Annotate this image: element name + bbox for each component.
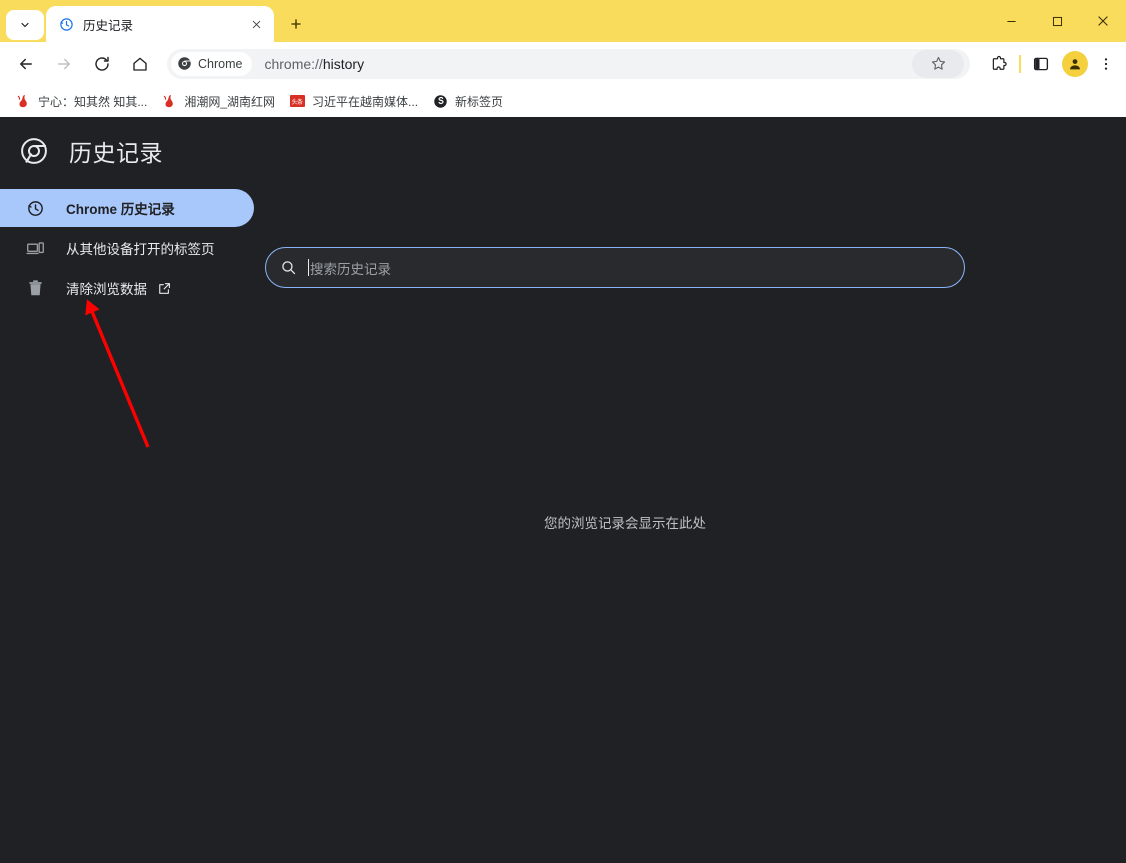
- tab-title: 历史记录: [83, 18, 134, 33]
- chrome-origin-chip[interactable]: Chrome: [171, 51, 253, 76]
- bookmark-label: 新标签页: [455, 94, 504, 109]
- text-cursor: [308, 259, 309, 276]
- empty-state-text: 您的浏览记录会显示在此处: [544, 516, 706, 531]
- minimize-icon: [1006, 20, 1016, 22]
- history-page: 历史记录 搜索历史记录 Chrome 历史记录 从其他设备打开的标签页 清除浏览…: [0, 117, 1126, 863]
- chrome-logo-icon: [20, 137, 48, 165]
- bookmark-item[interactable]: 头条 习近平在越南媒体...: [282, 89, 425, 113]
- close-button[interactable]: [1080, 0, 1126, 42]
- tab-strip: 历史记录: [0, 0, 1126, 42]
- chevron-down-icon: [21, 22, 29, 28]
- bookmark-item[interactable]: 新标签页: [425, 89, 510, 113]
- sidebar-item-chrome-history[interactable]: Chrome 历史记录: [0, 189, 254, 227]
- browser-window: 历史记录 Chrome chrome://history 宁心：知其然 知其..…: [0, 0, 1126, 863]
- three-dots-vertical-icon: [1104, 57, 1108, 70]
- arrow-right-icon: [58, 58, 70, 69]
- minimize-button[interactable]: [988, 0, 1034, 42]
- search-input[interactable]: 搜索历史记录: [265, 247, 965, 288]
- back-button[interactable]: [11, 49, 41, 79]
- search-icon: [280, 259, 297, 276]
- maximize-icon: [1052, 16, 1062, 26]
- devices-icon: [24, 239, 46, 258]
- chrome-menu-button[interactable]: [1092, 50, 1120, 78]
- profile-avatar-button[interactable]: [1062, 50, 1088, 77]
- star-icon: [931, 56, 945, 70]
- side-panel-icon: [1033, 57, 1049, 70]
- home-button[interactable]: [125, 49, 155, 79]
- url-prefix: chrome://: [264, 55, 323, 72]
- empty-state-message: 您的浏览记录会显示在此处: [0, 512, 1126, 532]
- page-title: 历史记录: [69, 140, 163, 166]
- new-tab-button[interactable]: [282, 10, 310, 38]
- side-panel-button[interactable]: [1026, 49, 1056, 79]
- close-icon: [1098, 16, 1108, 26]
- avatar-icon: [1070, 58, 1080, 69]
- plus-icon: [291, 19, 301, 29]
- trash-icon: [24, 279, 46, 298]
- sidebar-item-clear-browsing-data[interactable]: 清除浏览数据: [0, 269, 256, 307]
- url-path: history: [322, 55, 365, 72]
- history-sidebar: Chrome 历史记录 从其他设备打开的标签页 清除浏览数据: [0, 189, 256, 309]
- address-bar[interactable]: Chrome chrome://history: [167, 48, 970, 79]
- bookmark-star-button[interactable]: [912, 49, 964, 78]
- browser-tab[interactable]: 历史记录: [46, 6, 274, 42]
- tab-close-button[interactable]: [246, 14, 266, 34]
- bookmark-item[interactable]: 湘潮网_湖南红网: [154, 89, 282, 113]
- bookmark-label: 习近平在越南媒体...: [312, 94, 419, 109]
- external-link-icon: [157, 281, 172, 296]
- toutiao-favicon: 头条: [289, 93, 305, 109]
- red-flame-favicon: [161, 93, 177, 109]
- red-flame-favicon: [15, 93, 31, 109]
- history-clock-icon: [24, 199, 46, 218]
- reload-button[interactable]: [87, 49, 117, 79]
- sidebar-item-label: 清除浏览数据: [66, 282, 147, 297]
- bookmark-label: 湘潮网_湖南红网: [184, 94, 276, 109]
- sidebar-item-tabs-from-other-devices[interactable]: 从其他设备打开的标签页: [0, 229, 256, 267]
- bookmarks-bar: 宁心：知其然 知其... 湘潮网_湖南红网 头条 习近平在越南媒体... 新标签…: [0, 85, 1126, 117]
- history-header: 历史记录: [0, 117, 1126, 185]
- globe-favicon: [432, 93, 448, 109]
- sidebar-item-label: Chrome 历史记录: [66, 202, 175, 217]
- search-placeholder: 搜索历史记录: [310, 261, 391, 277]
- chrome-logo-icon: [178, 57, 191, 70]
- maximize-button[interactable]: [1034, 0, 1080, 42]
- chrome-chip-label: Chrome: [198, 56, 243, 71]
- extensions-button[interactable]: [984, 49, 1014, 79]
- bookmark-label: 宁心：知其然 知其...: [38, 94, 148, 109]
- history-clock-icon: [58, 16, 74, 32]
- reload-icon: [95, 56, 109, 71]
- arrow-left-icon: [20, 58, 32, 69]
- home-icon: [133, 57, 147, 71]
- address-bar-url: chrome://history: [264, 56, 912, 72]
- forward-button[interactable]: [49, 49, 79, 79]
- toolbar-divider: [1019, 54, 1021, 73]
- bookmark-item[interactable]: 宁心：知其然 知其...: [8, 89, 154, 113]
- browser-toolbar: Chrome chrome://history: [0, 42, 1126, 85]
- window-controls: [988, 0, 1126, 42]
- sidebar-item-label: 从其他设备打开的标签页: [66, 242, 215, 257]
- puzzle-piece-icon: [992, 55, 1007, 70]
- tab-search-button[interactable]: [6, 10, 44, 40]
